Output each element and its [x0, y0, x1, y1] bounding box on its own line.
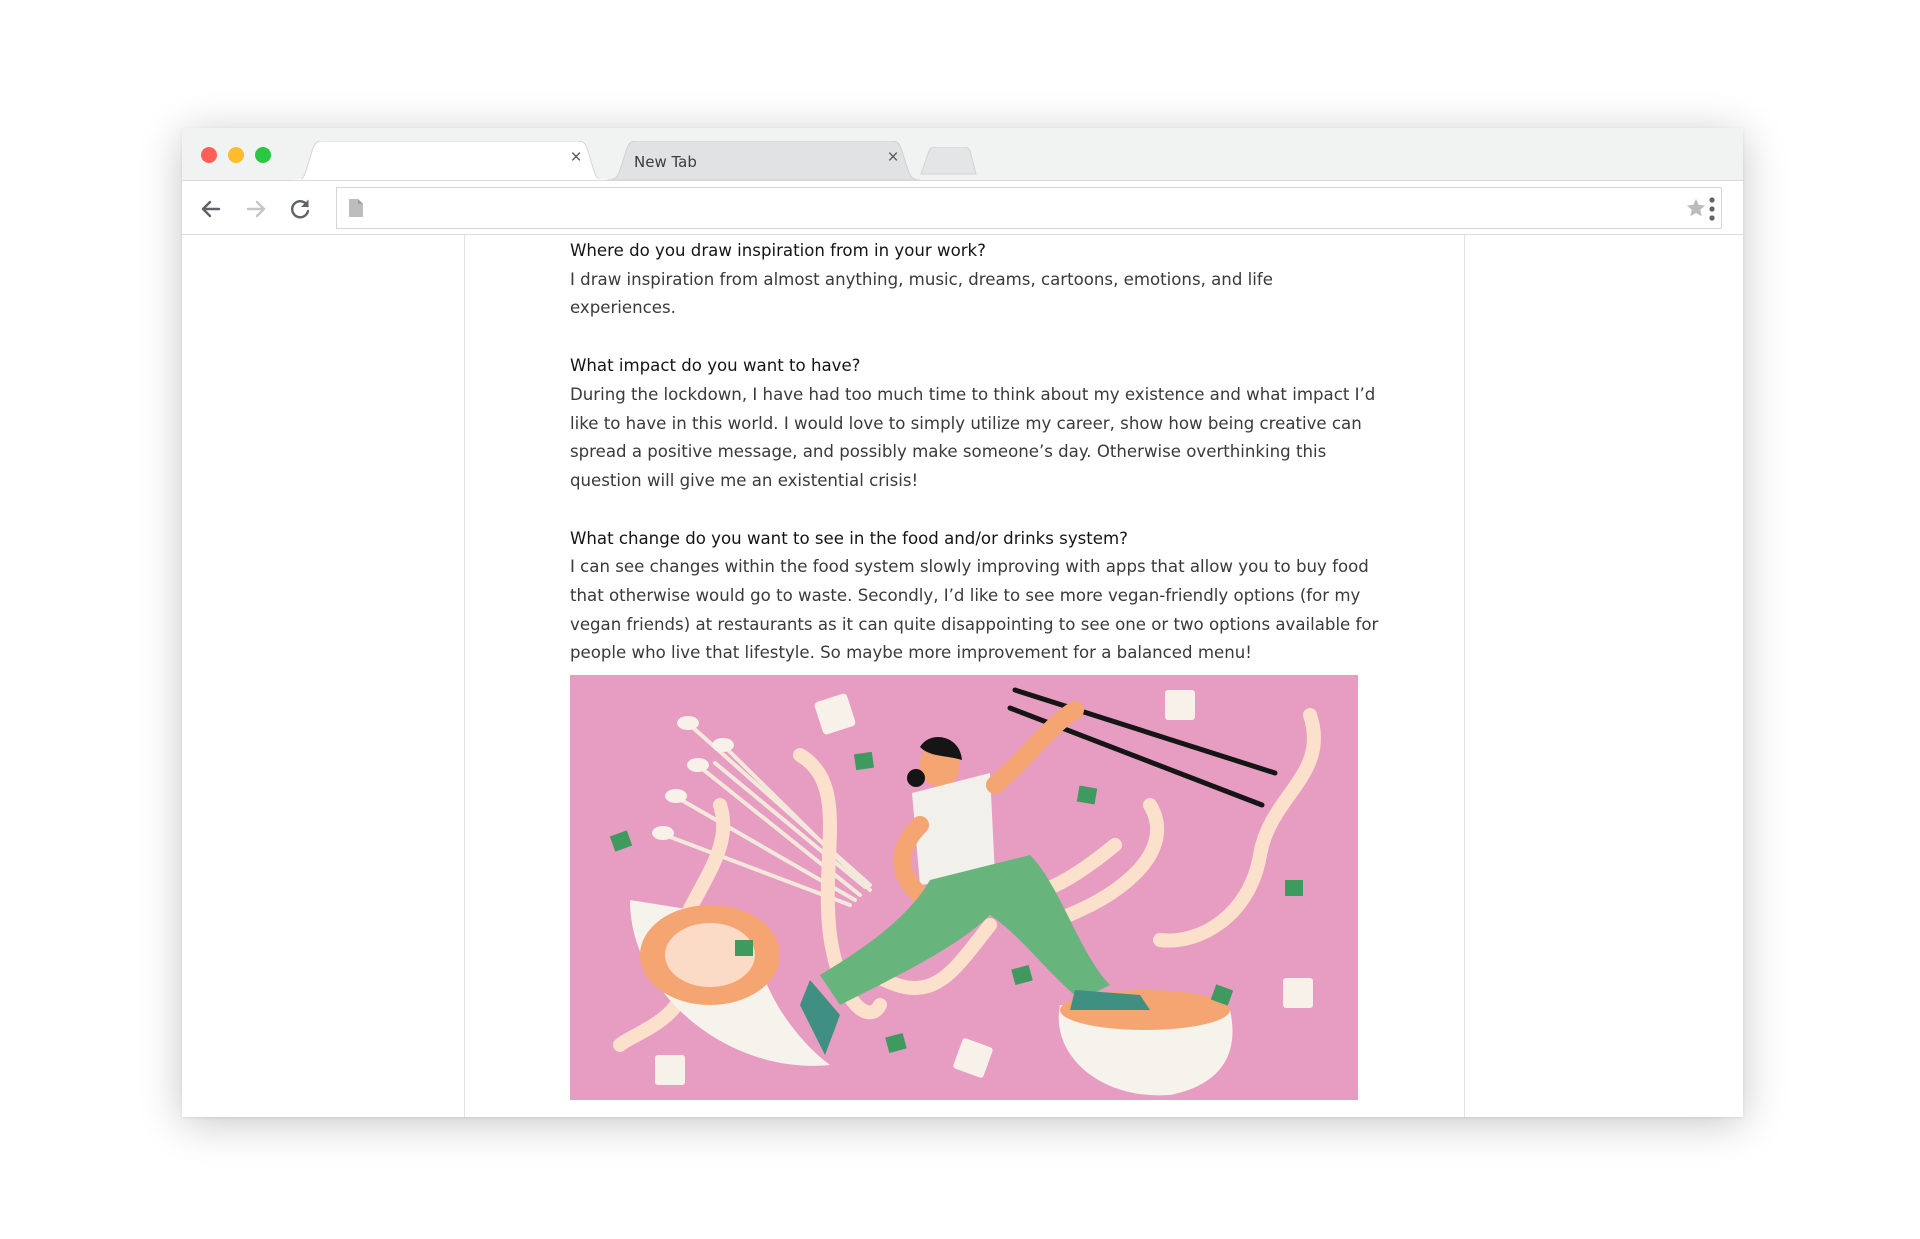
qa-block: Where do you draw inspiration from in yo… [570, 237, 1380, 323]
answer-text: I can see changes within the food system… [570, 557, 1379, 663]
article-illustration [570, 675, 1358, 1100]
reload-icon[interactable] [286, 195, 314, 223]
tab-active[interactable]: × [294, 141, 606, 181]
title-bar: × New Tab × [182, 128, 1743, 181]
qa-block: What change do you want to see in the fo… [570, 525, 1380, 669]
more-options-icon[interactable] [1702, 194, 1722, 224]
article-column: Where do you draw inspiration from in yo… [464, 235, 1465, 1117]
page-content: Where do you draw inspiration from in yo… [182, 235, 1743, 1117]
close-tab-icon[interactable]: × [566, 148, 586, 168]
maximize-window-button[interactable] [255, 147, 271, 163]
question-heading: Where do you draw inspiration from in yo… [570, 241, 986, 260]
answer-text: During the lockdown, I have had too much… [570, 384, 1376, 490]
toolbar [182, 180, 1743, 235]
address-input[interactable] [377, 188, 1671, 230]
tab-shape [294, 141, 606, 181]
minimize-window-button[interactable] [228, 147, 244, 163]
noodle-illustration-image [570, 675, 1358, 1100]
browser-window: × New Tab × Where do you draw inspiratio… [182, 128, 1743, 1117]
tab-title: New Tab [634, 153, 697, 171]
close-tab-icon[interactable]: × [883, 148, 903, 168]
question-heading: What impact do you want to have? [570, 356, 861, 376]
qa-block: What impact do you want to have? During … [570, 352, 1380, 496]
question-heading: What change do you want to see in the fo… [570, 528, 1128, 548]
back-arrow-icon[interactable] [197, 195, 225, 223]
interview-article: Where do you draw inspiration from in yo… [570, 237, 1380, 697]
close-window-button[interactable] [201, 147, 217, 163]
answer-text: I draw inspiration from almost anything,… [570, 269, 1273, 318]
page-icon [349, 199, 363, 217]
address-bar[interactable] [336, 187, 1722, 230]
new-tab-button[interactable] [919, 147, 977, 175]
forward-arrow-icon[interactable] [242, 195, 270, 223]
tab-new-tab[interactable]: New Tab × [608, 141, 920, 180]
